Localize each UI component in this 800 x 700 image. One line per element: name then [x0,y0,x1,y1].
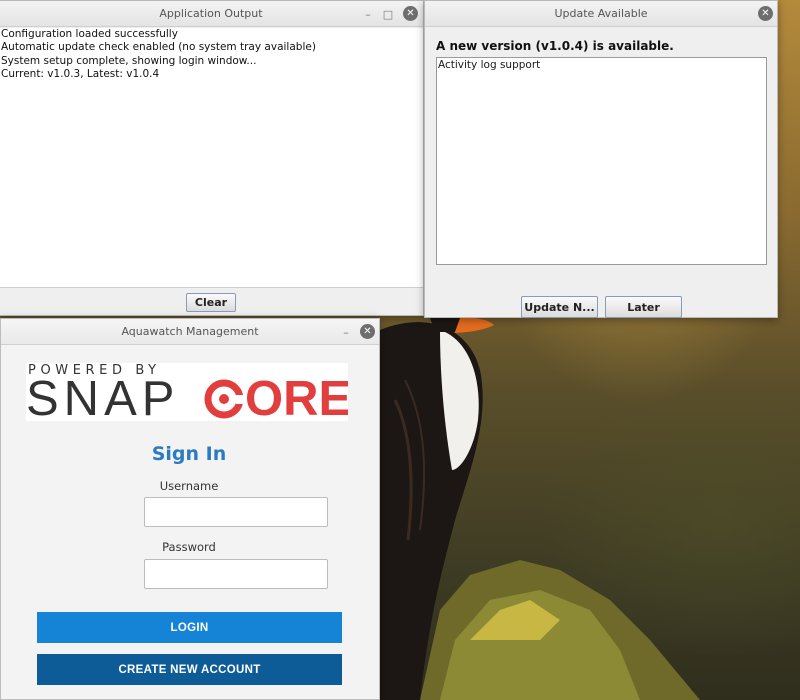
update-available-window: Update Available ✕ A new version (v1.0.4… [424,0,778,318]
minimize-icon[interactable]: – [337,323,355,341]
clear-button[interactable]: Clear [186,293,236,312]
login-button[interactable]: LOGIN [37,612,342,643]
output-footer: Clear [0,289,423,315]
username-input[interactable] [144,497,328,527]
maximize-icon[interactable]: □ [379,5,397,23]
release-notes-area[interactable]: Activity log support [436,57,767,265]
snapcore-wordmark: SNAP ORE [26,375,348,421]
password-input[interactable] [144,559,328,589]
create-account-button[interactable]: CREATE NEW ACCOUNT [37,654,342,685]
login-titlebar[interactable]: Aquawatch Management – ✕ [1,319,379,345]
update-titlebar[interactable]: Update Available ✕ [425,1,777,27]
application-output-window: Application Output – □ ✕ Configuration l… [0,0,424,316]
username-label: Username [159,479,219,493]
login-window: Aquawatch Management – ✕ POWERED BY SNAP… [0,318,380,700]
log-line: Configuration loaded successfully [1,28,178,40]
later-button[interactable]: Later [605,296,682,318]
close-icon[interactable]: ✕ [403,6,418,21]
output-window-title: Application Output [159,7,263,20]
update-window-title: Update Available [554,7,648,20]
logo-core-text: ORE [245,375,348,421]
output-titlebar[interactable]: Application Output – □ ✕ [0,1,423,27]
sign-in-heading: Sign In [151,443,227,465]
snapcore-logo: POWERED BY SNAP ORE [26,363,348,421]
minimize-icon[interactable]: – [359,5,377,23]
update-now-button[interactable]: Update N... [521,296,598,318]
password-label: Password [162,540,216,554]
log-line: Automatic update check enabled (no syste… [1,41,316,54]
login-window-title: Aquawatch Management [121,325,259,338]
close-icon[interactable]: ✕ [758,6,773,21]
output-log[interactable]: Configuration loaded successfully Automa… [0,28,423,288]
update-headline: A new version (v1.0.4) is available. [436,39,674,53]
log-line: Current: v1.0.3, Latest: v1.0.4 [1,68,160,81]
logo-snap-text: SNAP [26,375,179,421]
close-icon[interactable]: ✕ [360,324,375,339]
log-line: System setup complete, showing login win… [1,54,257,67]
